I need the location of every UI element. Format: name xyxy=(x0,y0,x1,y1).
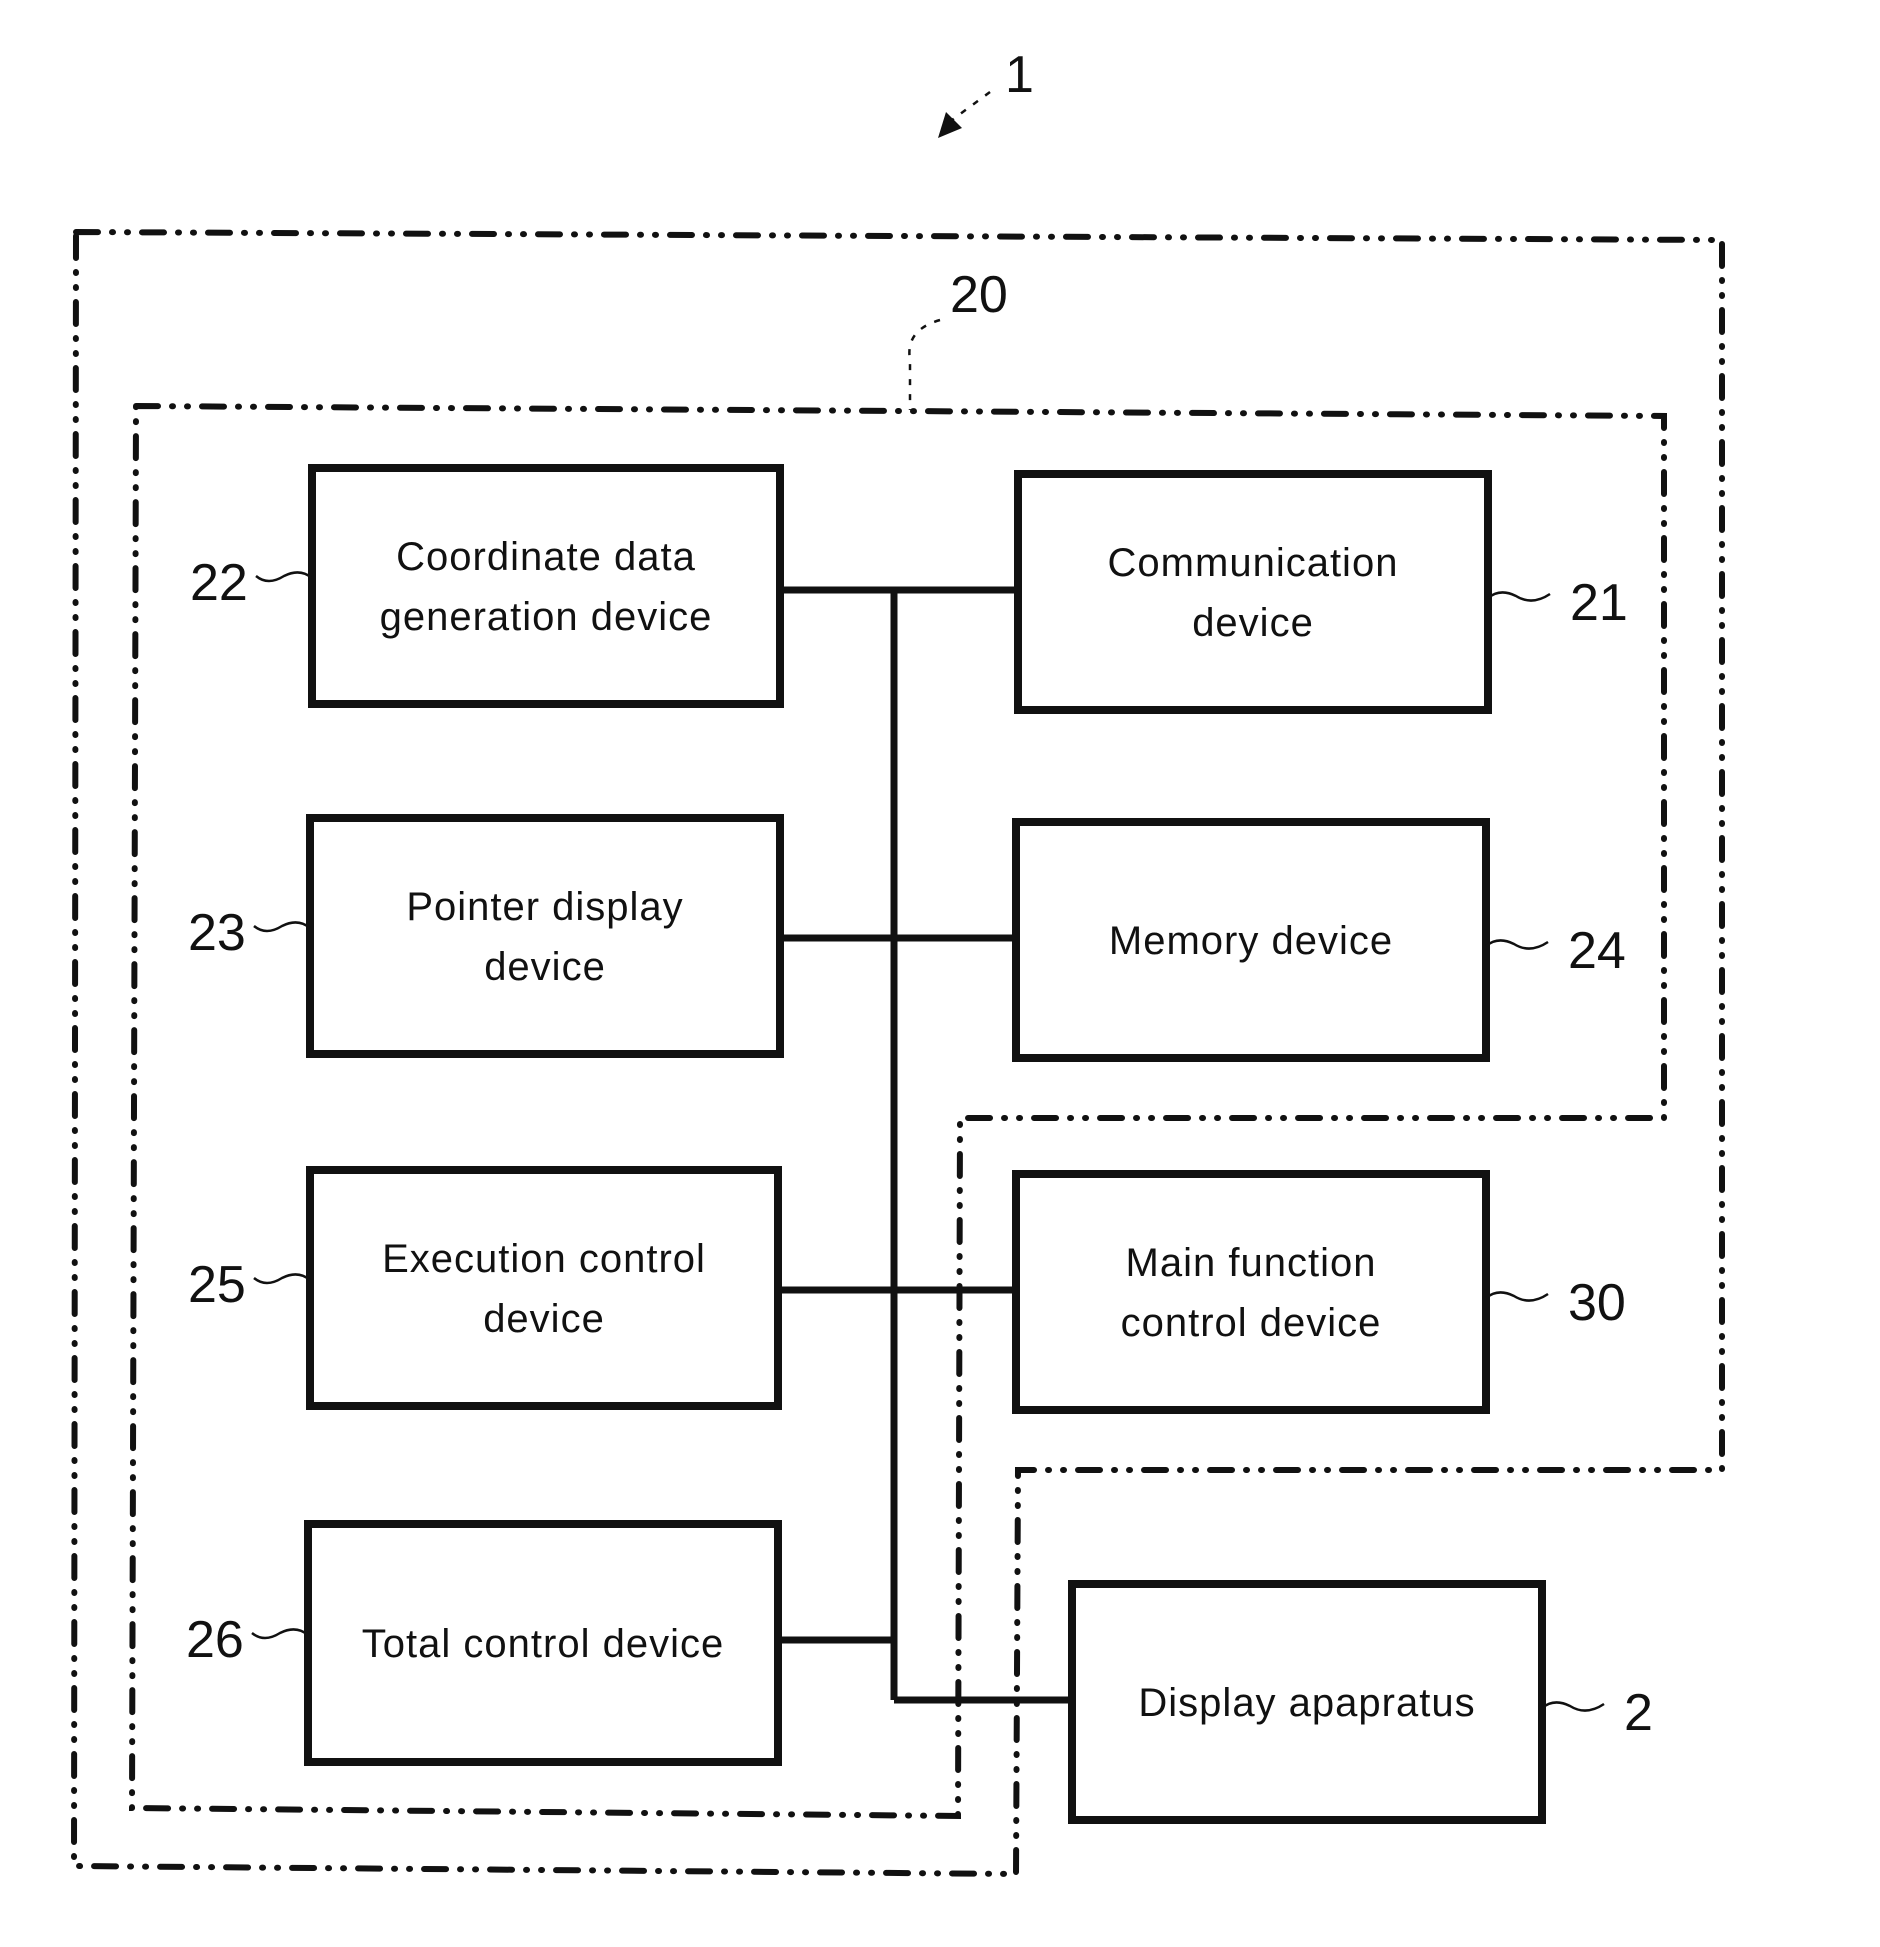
ref-arrow-1-leader xyxy=(951,90,991,122)
blocks: Coordinate data generation device 22 Commun… xyxy=(186,464,1653,1824)
block-frame xyxy=(308,464,784,708)
block-label: Main function xyxy=(1126,1241,1377,1285)
ref-leader-30 xyxy=(1485,1291,1549,1302)
block-label: Total control device xyxy=(362,1622,724,1666)
block-coordinate: Coordinate data generation device 22 xyxy=(190,464,784,708)
bus-wiring xyxy=(778,586,1072,1704)
ref-leader-25 xyxy=(253,1273,311,1285)
ref-leader-26 xyxy=(251,1628,309,1640)
ref-label-20: 20 xyxy=(950,266,1008,324)
block-label: Pointer display xyxy=(406,885,683,929)
block-label: Display apapratus xyxy=(1138,1681,1475,1725)
block-label: device xyxy=(484,945,606,989)
block-execution: Execution control device 25 xyxy=(188,1166,782,1410)
ref-label-30: 30 xyxy=(1568,1274,1626,1332)
arrow-head-icon xyxy=(938,112,962,138)
block-label: device xyxy=(483,1297,605,1341)
block-display: Display apapratus 2 xyxy=(1068,1580,1653,1824)
block-mainfunction: Main function control device 30 xyxy=(1012,1170,1626,1414)
block-label: Communication xyxy=(1108,541,1399,585)
ref-leader-22 xyxy=(255,571,313,583)
block-memory: Memory device 24 xyxy=(1012,818,1626,1062)
ref-label-24: 24 xyxy=(1568,922,1626,980)
ref-20-leader xyxy=(908,318,941,410)
block-label: Memory device xyxy=(1109,919,1393,963)
block-label: generation device xyxy=(380,595,713,639)
block-communication: Communication device 21 xyxy=(1014,470,1628,714)
ref-label-1: 1 xyxy=(1005,46,1034,104)
block-frame xyxy=(306,1166,782,1410)
block-frame xyxy=(1014,470,1492,714)
block-total: Total control device 26 xyxy=(186,1520,782,1766)
block-frame xyxy=(306,814,784,1058)
block-label: device xyxy=(1192,601,1314,645)
ref-label-26: 26 xyxy=(186,1611,244,1669)
ref-label-22: 22 xyxy=(190,554,248,612)
ref-label-25: 25 xyxy=(188,1256,246,1314)
ref-label-23: 23 xyxy=(188,904,246,962)
block-label: Coordinate data xyxy=(396,535,696,579)
ref-leader-21 xyxy=(1487,591,1551,602)
block-pointer: Pointer display device 23 xyxy=(188,814,784,1058)
block-label: control device xyxy=(1121,1301,1382,1345)
block-frame xyxy=(1012,1170,1490,1414)
ref-label-2: 2 xyxy=(1624,1684,1653,1742)
block-label: Execution control xyxy=(382,1237,706,1281)
block-diagram: 1 20 Coordinate datageneration device22 C… xyxy=(70,46,1725,1878)
ref-leader-23 xyxy=(253,921,311,933)
ref-leader-2 xyxy=(1541,1701,1605,1712)
ref-label-21: 21 xyxy=(1570,574,1628,632)
ref-leader-24 xyxy=(1485,939,1549,950)
